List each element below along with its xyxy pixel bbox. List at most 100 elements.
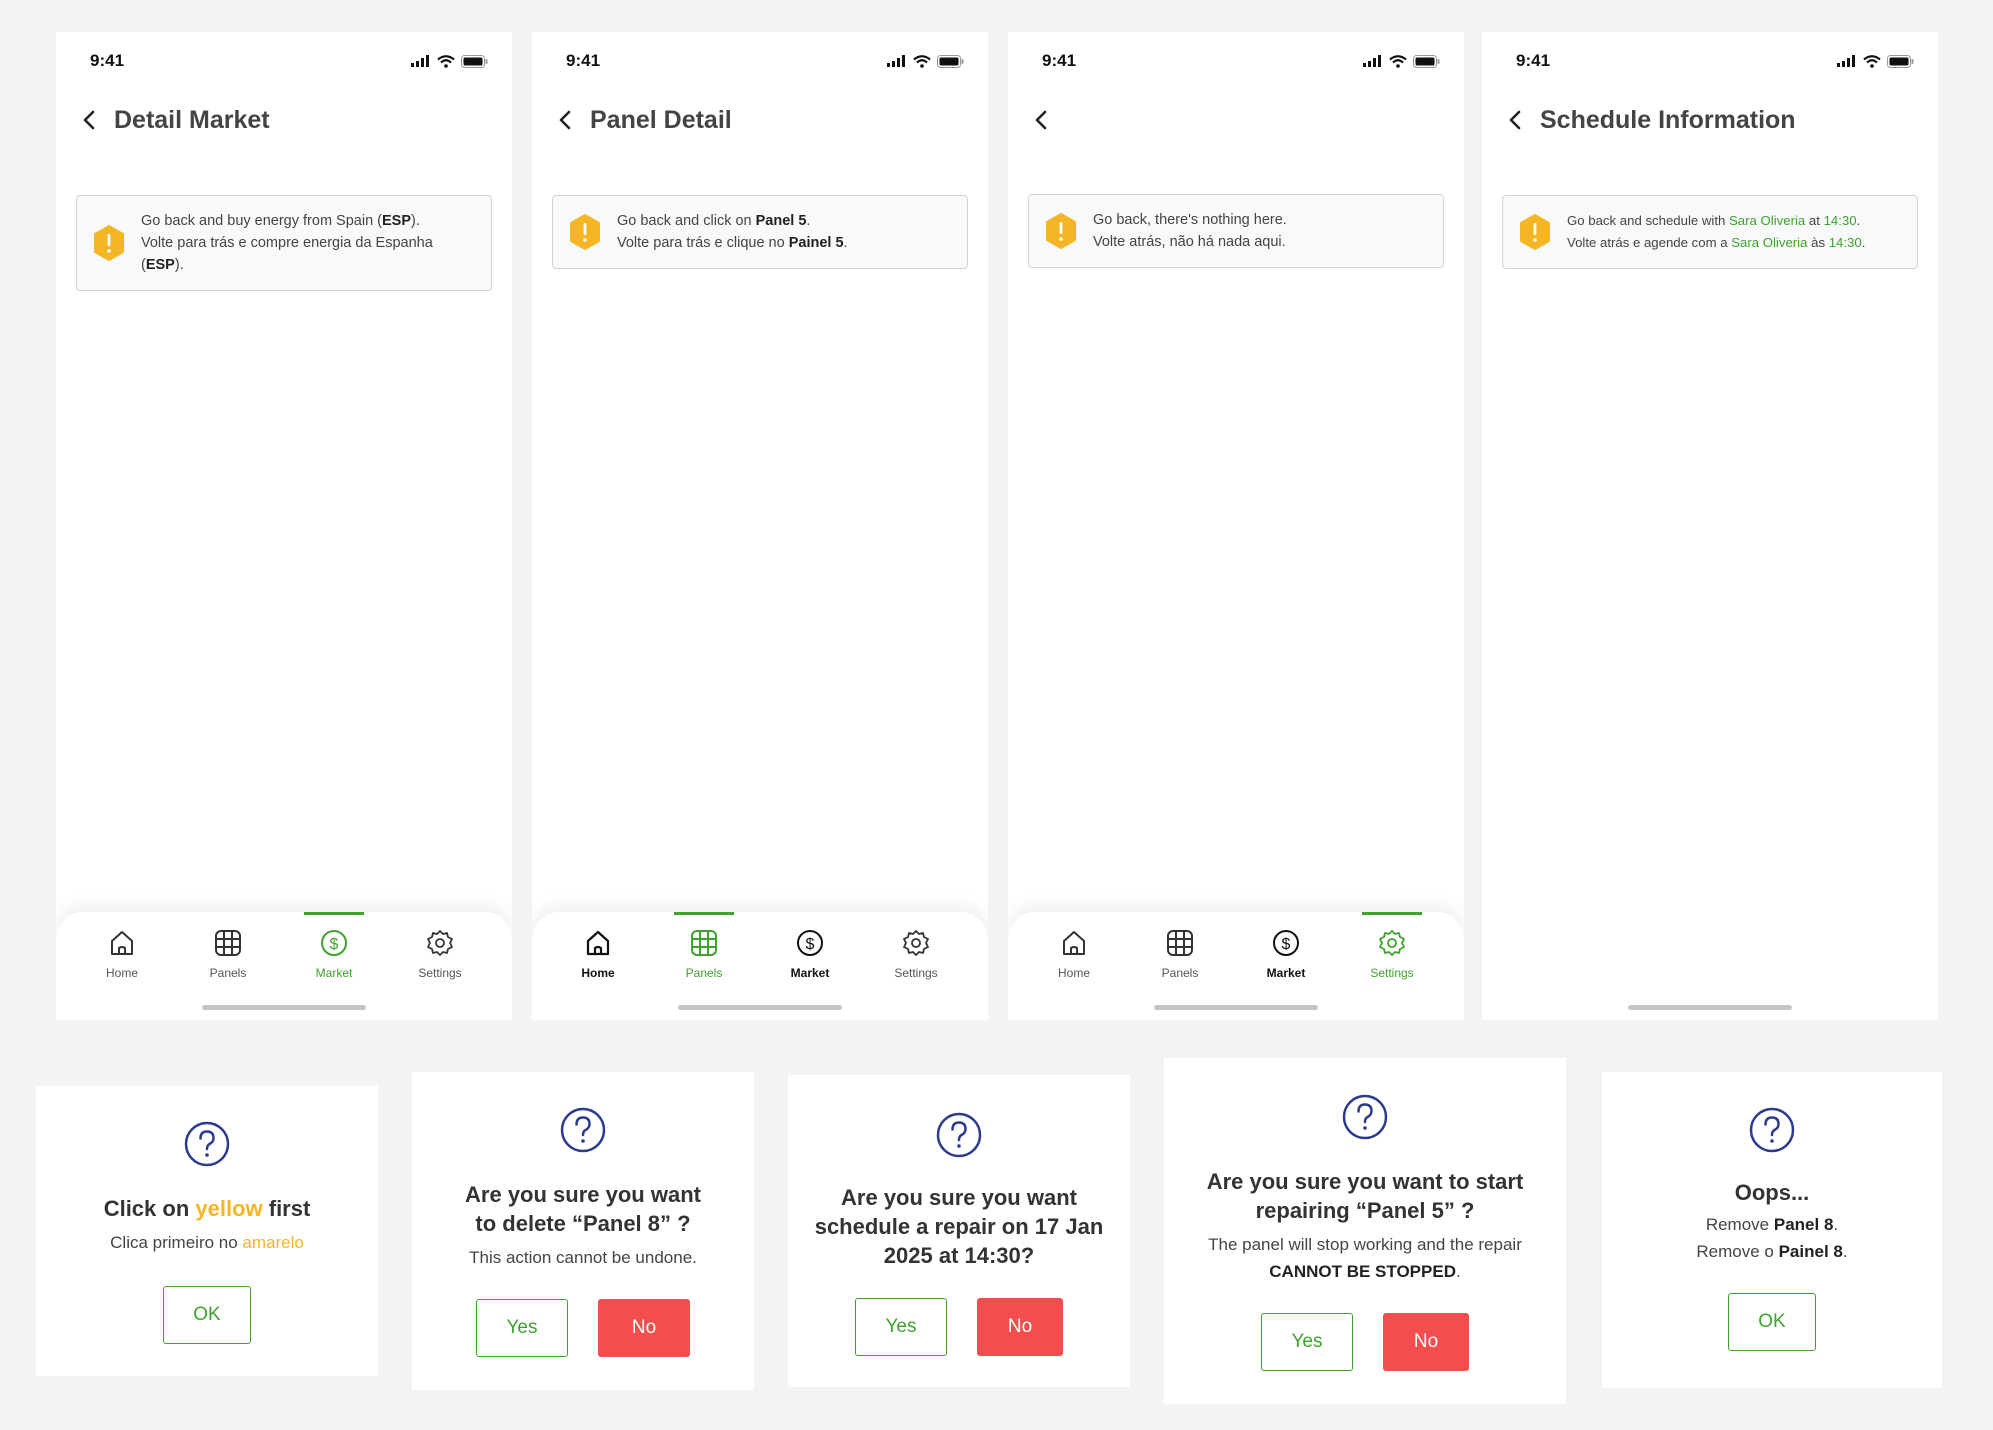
tab-home[interactable]: Home: [82, 912, 162, 996]
status-bar: 9:41: [566, 50, 964, 72]
tab-label-panels: Panels: [685, 966, 723, 980]
battery-icon: [937, 54, 964, 68]
screen-empty: 9:41 Go back, there's nothing here. Volt…: [1008, 32, 1464, 1020]
tab-label-settings: Settings: [1370, 966, 1414, 980]
status-icons: [411, 54, 488, 68]
status-bar: 9:41: [1042, 50, 1440, 72]
status-time: 9:41: [90, 51, 125, 70]
warning-icon: [1046, 213, 1076, 249]
active-tab-indicator: [304, 912, 364, 915]
back-button[interactable]: [1034, 107, 1054, 133]
tab-market[interactable]: $ Market: [294, 912, 374, 996]
no-button[interactable]: No: [598, 1299, 690, 1357]
question-circle-icon: [936, 1112, 982, 1158]
header: Panel Detail: [558, 102, 968, 138]
dialog-subtitle: Clica primeiro no amarelo: [110, 1233, 304, 1252]
question-circle-icon: [560, 1107, 606, 1153]
dialog-title: Are you sure you want to start repairing…: [1206, 1169, 1524, 1223]
svg-text:$: $: [806, 936, 815, 953]
home-indicator: [202, 1005, 366, 1010]
back-button[interactable]: [82, 107, 102, 133]
dialog-actions: Yes No: [1261, 1313, 1469, 1371]
grid-icon: [215, 930, 241, 956]
no-button[interactable]: No: [977, 1298, 1063, 1356]
no-button[interactable]: No: [1383, 1313, 1469, 1371]
tab-panels[interactable]: Panels: [188, 912, 268, 996]
alert-text: Go back and click on Panel 5. Volte para…: [617, 213, 848, 251]
home-indicator: [1154, 1005, 1318, 1010]
status-bar: 9:41: [1516, 50, 1914, 72]
status-icons: [1837, 54, 1914, 68]
signal-icon: [1837, 55, 1855, 67]
tab-panels[interactable]: Panels: [664, 912, 744, 996]
ok-button[interactable]: OK: [163, 1286, 251, 1344]
warning-icon: [94, 225, 124, 261]
chevron-left-icon: [559, 110, 571, 130]
instruction-alert: Go back and schedule with Sara Oliveria …: [1502, 195, 1918, 269]
dialog-actions: Yes No: [476, 1299, 690, 1357]
yes-button[interactable]: Yes: [1261, 1313, 1353, 1371]
grid-icon: [691, 930, 717, 956]
grid-icon: [1167, 930, 1193, 956]
tab-settings[interactable]: Settings: [876, 912, 956, 996]
wifi-icon: [437, 54, 455, 68]
screen-panel-detail: 9:41 Panel Detail Go back and click on P…: [532, 32, 988, 1020]
tab-label-home: Home: [1057, 966, 1090, 980]
instruction-alert: Go back and click on Panel 5. Volte para…: [552, 195, 968, 269]
home-icon: [111, 931, 133, 955]
warning-icon: [1520, 214, 1550, 250]
chevron-left-icon: [83, 110, 95, 130]
tab-market[interactable]: $ Market: [1246, 912, 1326, 996]
signal-icon: [887, 55, 905, 67]
home-indicator: [1628, 1005, 1792, 1010]
back-button[interactable]: [558, 107, 578, 133]
tab-label-panels: Panels: [1161, 966, 1199, 980]
dialog-title: Are you sure you want to delete “Panel 8…: [465, 1182, 701, 1236]
dialog-title: Oops...: [1734, 1180, 1810, 1205]
chevron-left-icon: [1035, 110, 1047, 130]
tab-settings[interactable]: Settings: [400, 912, 480, 996]
dialog-subtitle: This action cannot be undone.: [469, 1248, 697, 1267]
page-title: Detail Market: [114, 105, 270, 134]
dialog-oops: Oops... Remove Panel 8. Remove o Painel …: [1602, 1072, 1942, 1388]
tab-settings[interactable]: Settings: [1352, 912, 1432, 996]
wifi-icon: [1389, 54, 1407, 68]
active-tab-indicator: [674, 912, 734, 915]
question-circle-icon: [1342, 1094, 1388, 1140]
tab-home[interactable]: Home: [1034, 912, 1114, 996]
alert-text: Go back and buy energy from Spain (ESP).…: [141, 213, 433, 273]
home-icon: [586, 930, 610, 956]
signal-icon: [1363, 55, 1381, 67]
status-time: 9:41: [1042, 51, 1077, 70]
status-icons: [887, 54, 964, 68]
tab-label-settings: Settings: [894, 966, 938, 980]
home-indicator: [678, 1005, 842, 1010]
back-button[interactable]: [1508, 107, 1528, 133]
instruction-alert: Go back and buy energy from Spain (ESP).…: [76, 195, 492, 291]
tab-label-market: Market: [790, 966, 830, 980]
battery-icon: [461, 54, 488, 68]
screen-detail-market: 9:41 Detail Market Go back and buy energ…: [56, 32, 512, 1020]
dialog-delete-panel: Are you sure you want to delete “Panel 8…: [412, 1072, 754, 1390]
tab-label-panels: Panels: [209, 966, 247, 980]
yes-button[interactable]: Yes: [855, 1298, 947, 1356]
dialog-click-yellow: Click on yellow first Clica primeiro no …: [36, 1086, 378, 1376]
gear-icon: [1379, 930, 1405, 956]
dialog-title: Are you sure you want schedule a repair …: [814, 1185, 1104, 1268]
chevron-left-icon: [1509, 110, 1521, 130]
dialog-start-repair: Are you sure you want to start repairing…: [1164, 1058, 1566, 1404]
svg-text:$: $: [330, 936, 339, 953]
instruction-alert: Go back, there's nothing here. Volte atr…: [1028, 194, 1444, 268]
header: [1034, 102, 1444, 138]
signal-icon: [411, 55, 429, 67]
svg-text:$: $: [1282, 936, 1291, 953]
tab-home[interactable]: Home: [558, 912, 638, 996]
tab-label-home: Home: [581, 966, 615, 980]
tab-panels[interactable]: Panels: [1140, 912, 1220, 996]
dollar-icon: $: [321, 930, 347, 956]
tab-market[interactable]: $ Market: [770, 912, 850, 996]
ok-button[interactable]: OK: [1728, 1293, 1816, 1351]
yes-button[interactable]: Yes: [476, 1299, 568, 1357]
status-bar: 9:41: [90, 50, 488, 72]
warning-icon: [570, 214, 600, 250]
